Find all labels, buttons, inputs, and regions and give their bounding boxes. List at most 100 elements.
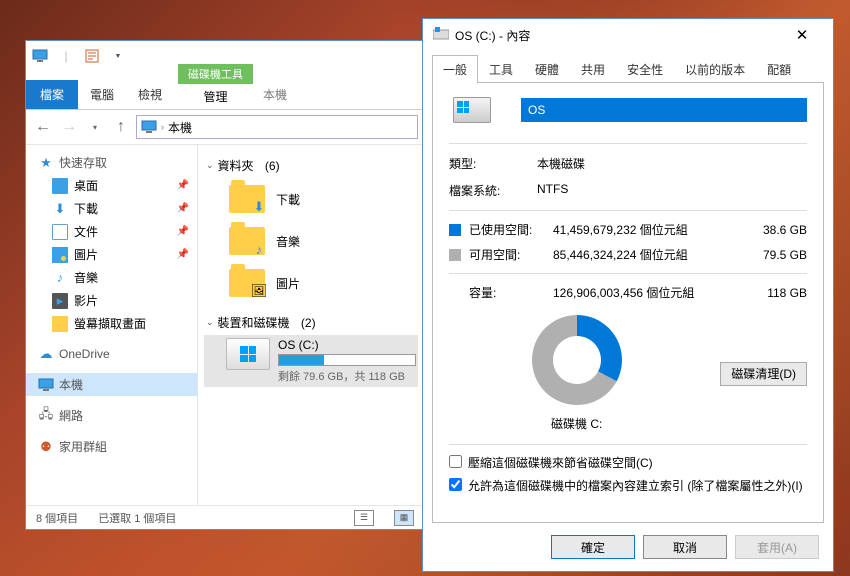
sidebar-label: OneDrive — [59, 347, 110, 361]
sidebar-item-label: 桌面 — [74, 177, 98, 194]
folder-item[interactable]: ⬇ 下載 — [204, 178, 418, 220]
drive-properties-dialog: OS (C:) - 內容 ✕ 一般工具硬體共用安全性以前的版本配額 類型:本機磁… — [422, 18, 834, 572]
properties-tab[interactable]: 安全性 — [616, 55, 674, 83]
free-label: 可用空間: — [469, 246, 553, 263]
compress-drive-checkbox-row[interactable]: 壓縮這個磁碟機來節省磁碟空間(C) — [449, 451, 807, 474]
this-pc-icon — [30, 46, 50, 66]
chevron-down-icon: ⌄ — [206, 160, 214, 171]
filesystem-value: NTFS — [537, 182, 807, 199]
status-selection: 已選取 1 個項目 — [98, 510, 176, 526]
properties-tab[interactable]: 以前的版本 — [674, 55, 756, 83]
close-button[interactable]: ✕ — [781, 20, 823, 50]
nav-up-button[interactable]: ↑ — [110, 116, 132, 138]
properties-tab[interactable]: 工具 — [478, 55, 524, 83]
picture-icon: 🖼 — [251, 283, 267, 299]
drive-item-c[interactable]: OS (C:) 剩餘 79.6 GB，共 118 GB — [204, 335, 418, 387]
chevron-down-icon: ⌄ — [206, 317, 214, 328]
dialog-buttons: 確定 取消 套用(A) — [423, 523, 833, 571]
sidebar-network[interactable]: 🖧網路 — [26, 404, 197, 427]
sidebar-label: 本機 — [59, 376, 83, 393]
dialog-titlebar[interactable]: OS (C:) - 內容 ✕ — [423, 19, 833, 51]
properties-tab[interactable]: 共用 — [570, 55, 616, 83]
drive-name-input[interactable] — [521, 98, 807, 122]
filesystem-label: 檔案系統: — [449, 182, 537, 199]
view-icons-button[interactable]: ▦ — [394, 510, 414, 526]
section-devices-header[interactable]: ⌄ 裝置和磁碟機 (2) — [204, 310, 418, 335]
sidebar-homegroup[interactable]: ⚉家用群組 — [26, 435, 197, 458]
chevron-right-icon: › — [161, 122, 164, 132]
folder-icon: ♪ — [226, 223, 268, 259]
qat-properties-icon[interactable] — [82, 46, 102, 66]
explorer-status-bar: 8 個項目 已選取 1 個項目 ☰ ▦ — [26, 505, 424, 529]
sidebar-onedrive[interactable]: ☁OneDrive — [26, 343, 197, 365]
nav-recent-dropdown[interactable]: ▾ — [84, 116, 106, 138]
disk-cleanup-button[interactable]: 磁碟清理(D) — [720, 362, 807, 386]
ribbon-contextual-label: 磁碟機工具 — [178, 64, 253, 84]
music-note-icon: ♪ — [251, 241, 267, 257]
sidebar-item-music[interactable]: ♪音樂 — [26, 266, 197, 289]
ribbon-tabs: 檔案 電腦 檢視 磁碟機工具 管理 本機 — [26, 71, 424, 109]
nav-back-button[interactable]: ← — [32, 116, 54, 138]
folder-label: 下載 — [276, 191, 300, 208]
cancel-button[interactable]: 取消 — [643, 535, 727, 559]
dialog-title: OS (C:) - 內容 — [449, 27, 530, 44]
sidebar-item-downloads[interactable]: ⬇ 下載 📌 — [26, 197, 197, 220]
used-space-row: 已使用空間: 41,459,679,232 個位元組 38.6 GB — [449, 217, 807, 242]
pin-icon: 📌 — [177, 249, 189, 260]
sidebar-quick-access[interactable]: ★ 快速存取 — [26, 151, 197, 174]
sidebar-item-label: 下載 — [74, 200, 98, 217]
allow-indexing-checkbox[interactable] — [449, 478, 462, 491]
video-icon: ▸ — [52, 293, 68, 309]
used-color-swatch — [449, 224, 461, 236]
address-field[interactable]: › 本機 — [136, 115, 418, 139]
donut-label: 磁碟機 C: — [551, 415, 602, 432]
compress-drive-label: 壓縮這個磁碟機來節省磁碟空間(C) — [468, 454, 653, 471]
apply-button[interactable]: 套用(A) — [735, 535, 819, 559]
folder-item[interactable]: 🖼圖片 — [204, 262, 418, 304]
ribbon-tab-computer[interactable]: 電腦 — [78, 80, 126, 109]
address-bar: ← → ▾ ↑ › 本機 — [26, 110, 424, 144]
properties-tab[interactable]: 配額 — [756, 55, 802, 83]
allow-indexing-checkbox-row[interactable]: 允許為這個磁碟機中的檔案內容建立索引 (除了檔案屬性之外)(I) — [449, 474, 807, 497]
compress-drive-checkbox[interactable] — [449, 455, 462, 468]
star-icon: ★ — [38, 155, 54, 171]
explorer-sidebar: ★ 快速存取 桌面📌 ⬇下載📌 文件📌 圖片📌 ♪音樂 ▸影片 螢幕擷取畫面 ☁… — [26, 145, 198, 505]
section-folders-header[interactable]: ⌄ 資料夾 (6) — [204, 153, 418, 178]
address-location: 本機 — [168, 119, 192, 136]
used-gb: 38.6 GB — [723, 223, 807, 237]
sidebar-item-screenshots[interactable]: 螢幕擷取畫面 — [26, 312, 197, 335]
music-icon: ♪ — [52, 270, 68, 286]
properties-tab[interactable]: 一般 — [432, 55, 478, 83]
sidebar-item-documents[interactable]: 文件📌 — [26, 220, 197, 243]
section-title: 資料夾 — [218, 157, 254, 174]
download-icon: ⬇ — [52, 201, 68, 217]
type-label: 類型: — [449, 155, 537, 172]
folder-item[interactable]: ♪音樂 — [204, 220, 418, 262]
sidebar-item-videos[interactable]: ▸影片 — [26, 289, 197, 312]
section-title: 裝置和磁碟機 — [218, 314, 290, 331]
used-bytes: 41,459,679,232 個位元組 — [553, 221, 723, 238]
sidebar-this-pc[interactable]: 本機 — [26, 373, 197, 396]
ribbon-context-label: 本機 — [253, 76, 297, 109]
down-arrow-icon: ⬇ — [251, 199, 267, 215]
pin-icon: 📌 — [177, 203, 189, 214]
free-color-swatch — [449, 249, 461, 261]
ribbon-tab-manage[interactable]: 管理 — [192, 84, 240, 109]
properties-tab[interactable]: 硬體 — [524, 55, 570, 83]
capacity-label: 容量: — [469, 284, 553, 301]
nav-forward-button[interactable]: → — [58, 116, 80, 138]
ok-button[interactable]: 確定 — [551, 535, 635, 559]
sidebar-item-pictures[interactable]: 圖片📌 — [26, 243, 197, 266]
drive-icon — [433, 26, 449, 45]
ribbon-tab-view[interactable]: 檢視 — [126, 80, 174, 109]
sidebar-label: 家用群組 — [59, 438, 107, 455]
status-item-count: 8 個項目 — [36, 510, 78, 526]
pin-icon: 📌 — [177, 226, 189, 237]
sidebar-item-desktop[interactable]: 桌面📌 — [26, 174, 197, 197]
view-details-button[interactable]: ☰ — [354, 510, 374, 526]
ribbon-file-tab[interactable]: 檔案 — [26, 80, 78, 109]
this-pc-icon — [38, 378, 54, 392]
qat-dropdown-icon[interactable]: ▼ — [108, 46, 128, 66]
qat-separator: | — [56, 46, 76, 66]
this-pc-icon — [141, 120, 157, 134]
